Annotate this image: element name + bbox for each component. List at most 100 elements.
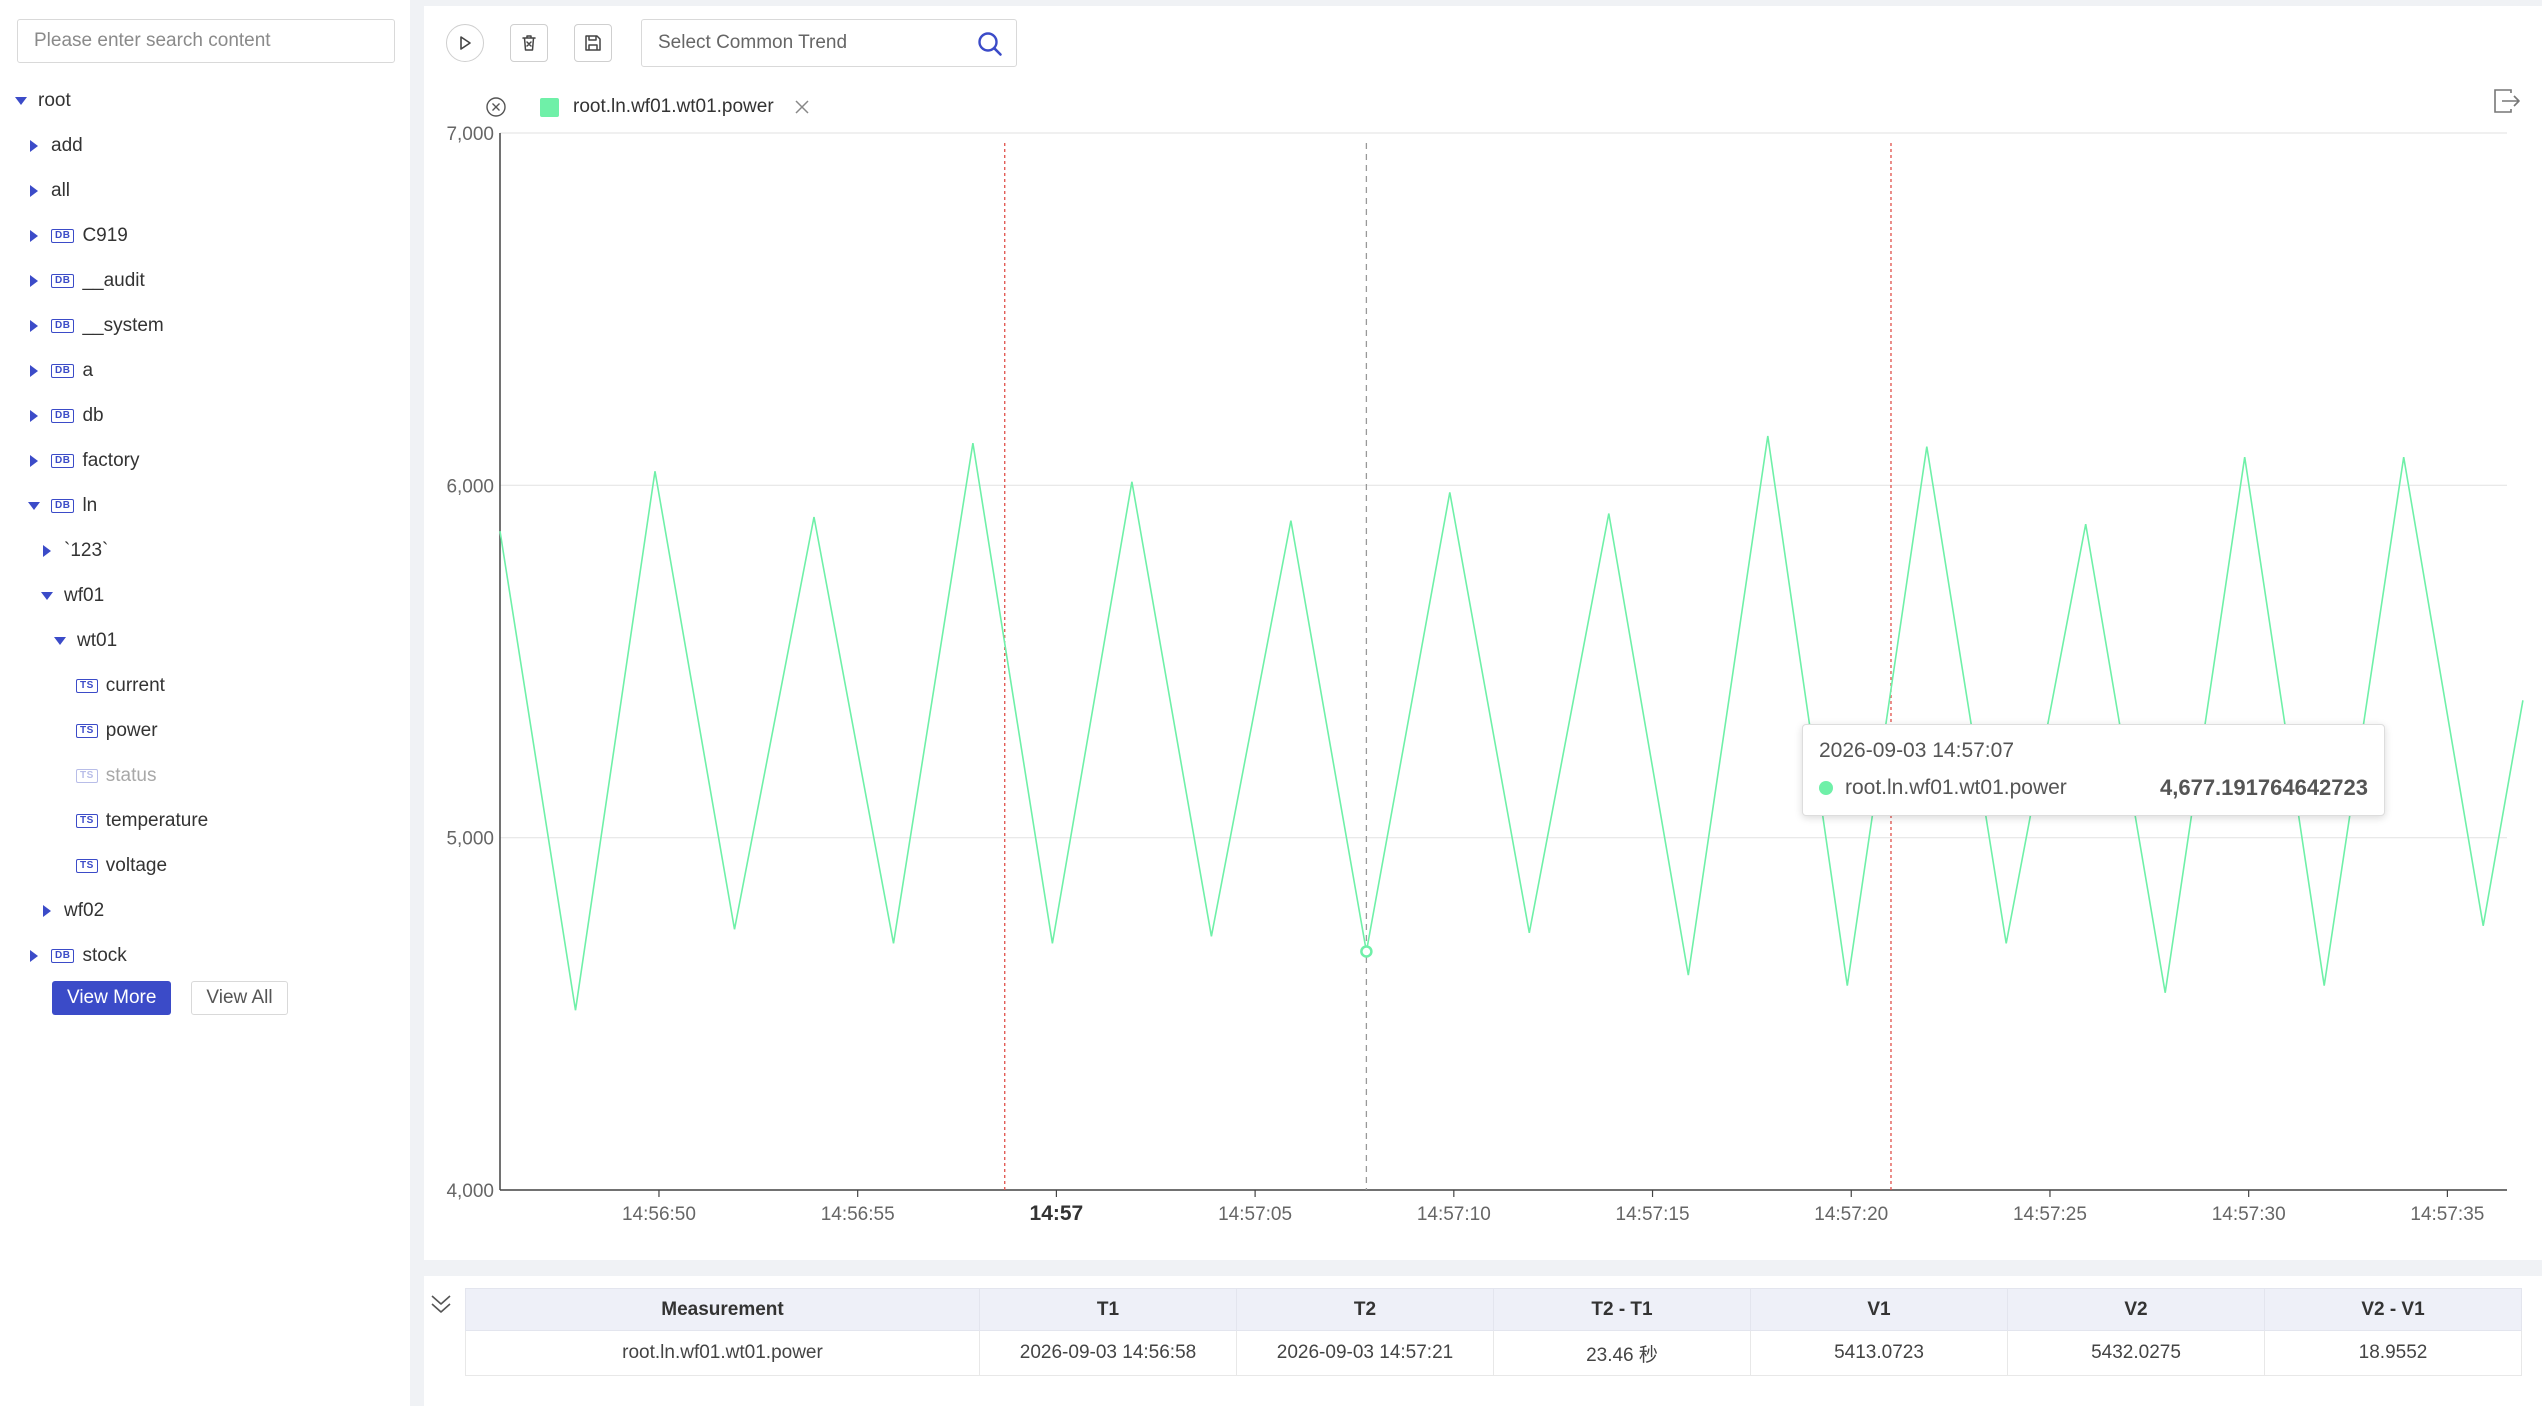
- x-tick-label: 14:57:05: [1218, 1204, 1292, 1225]
- tree-node-audit[interactable]: DB __audit: [0, 258, 410, 303]
- column-header: Measurement: [465, 1288, 980, 1331]
- tooltip-time: 2026-09-03 14:57:07: [1819, 739, 2014, 762]
- collapse-button[interactable]: [428, 1292, 454, 1323]
- database-icon: DB: [51, 948, 75, 963]
- tree-node-label: a: [82, 359, 94, 381]
- database-icon: DB: [51, 363, 75, 378]
- view-more-button[interactable]: View More: [52, 981, 172, 1015]
- tree-node-label: voltage: [105, 854, 168, 876]
- tree-node-label: temperature: [105, 809, 209, 831]
- x-tick-label: 14:56:55: [821, 1204, 895, 1225]
- tree-node-current[interactable]: TS current: [0, 663, 410, 708]
- table-cell: 5432.0275: [2007, 1330, 2265, 1376]
- column-header: V2: [2007, 1288, 2265, 1331]
- caret-right-icon[interactable]: [27, 319, 41, 333]
- line-chart[interactable]: 4,000 5,000 6,000 7,000 14:56:50 14:56:55 14:5…: [424, 6, 2542, 1260]
- x-tick-label: 14:57:20: [1814, 1204, 1888, 1225]
- caret-right-icon[interactable]: [27, 184, 41, 198]
- x-tick-label: 14:57:30: [2212, 1204, 2286, 1225]
- caret-right-icon[interactable]: [27, 229, 41, 243]
- caret-down-icon[interactable]: [27, 499, 41, 513]
- x-tick-label: 14:57: [1030, 1202, 1084, 1225]
- tree-node-db[interactable]: DB db: [0, 393, 410, 438]
- tree-node-label: __audit: [82, 269, 145, 291]
- statistics-table: Measurement T1 T2 T2 - T1 V1 V2 V2 - V1 root.l…: [465, 1288, 2522, 1376]
- tooltip-series-name: root.ln.wf01.wt01.power: [1845, 776, 2067, 799]
- double-chevron-down-icon: [431, 1295, 451, 1313]
- caret-right-icon[interactable]: [27, 454, 41, 468]
- tree-node-label: stock: [82, 944, 127, 966]
- timeseries-icon: TS: [76, 768, 98, 783]
- table-cell: 18.9552: [2264, 1330, 2522, 1376]
- tree-node-label: C919: [82, 224, 128, 246]
- column-header: T2: [1236, 1288, 1494, 1331]
- tree-node-add[interactable]: add: [0, 123, 410, 168]
- chart-tooltip: 2026-09-03 14:57:07 root.ln.wf01.wt01.po…: [1802, 724, 2385, 816]
- database-icon: DB: [51, 453, 75, 468]
- y-tick-label: 5,000: [446, 829, 494, 850]
- tree-node-label: wf01: [64, 584, 105, 606]
- table-cell: 2026-09-03 14:57:21: [1236, 1330, 1494, 1376]
- y-tick-label: 4,000: [446, 1181, 494, 1202]
- tree-node-factory[interactable]: DB factory: [0, 438, 410, 483]
- tree-node-wt01[interactable]: wt01: [0, 618, 410, 663]
- timeseries-icon: TS: [76, 678, 98, 693]
- tree-node-status[interactable]: TS status: [0, 753, 410, 798]
- column-header: T1: [979, 1288, 1237, 1331]
- sidebar: rootaddallDBC919DB__auditDB__systemDBaDB…: [0, 0, 410, 1406]
- caret-right-icon[interactable]: [27, 274, 41, 288]
- x-tick-label: 14:56:50: [622, 1204, 696, 1225]
- column-header: V2 - V1: [2264, 1288, 2522, 1331]
- caret-down-icon[interactable]: [40, 589, 54, 603]
- caret-right-icon[interactable]: [27, 139, 41, 153]
- caret-down-icon[interactable]: [53, 634, 67, 648]
- tree-node-temperature[interactable]: TS temperature: [0, 798, 410, 843]
- database-icon: DB: [51, 498, 75, 513]
- table-cell: 5413.0723: [1750, 1330, 2008, 1376]
- tree-node-ln[interactable]: DB ln: [0, 483, 410, 528]
- database-icon: DB: [51, 408, 75, 423]
- tree-node-label: add: [51, 134, 83, 156]
- table-row[interactable]: root.ln.wf01.wt01.power 2026-09-03 14:56:…: [465, 1330, 2522, 1376]
- tooltip-series-dot: [1819, 781, 1833, 795]
- tree-node-all[interactable]: all: [0, 168, 410, 213]
- database-icon: DB: [51, 273, 75, 288]
- tree-node-system[interactable]: DB __system: [0, 303, 410, 348]
- tree-node-wf02[interactable]: wf02: [0, 888, 410, 933]
- database-icon: DB: [51, 318, 75, 333]
- x-tick-label: 14:57:15: [1616, 1204, 1690, 1225]
- column-header: V1: [1750, 1288, 2008, 1331]
- tree-node-a[interactable]: DB a: [0, 348, 410, 393]
- caret-right-icon[interactable]: [40, 904, 54, 918]
- tree-node-stock[interactable]: DB stock: [0, 933, 410, 978]
- x-tick-label: 14:57:35: [2410, 1204, 2484, 1225]
- tree-node-label: ln: [82, 494, 98, 516]
- tree-actions: View More View All: [52, 981, 288, 1015]
- caret-right-icon[interactable]: [27, 949, 41, 963]
- statistics-panel: Measurement T1 T2 T2 - T1 V1 V2 V2 - V1 root.l…: [424, 1276, 2542, 1406]
- hover-point: [1360, 945, 1373, 958]
- chart-panel: Select Common Trend root.ln.wf01.wt01.po…: [424, 6, 2542, 1260]
- caret-right-icon[interactable]: [27, 409, 41, 423]
- tree-node-power[interactable]: TS power: [0, 708, 410, 753]
- view-all-button[interactable]: View All: [191, 981, 288, 1015]
- tree-node-label: __system: [82, 314, 164, 336]
- search-input[interactable]: [17, 19, 395, 63]
- timeseries-icon: TS: [76, 858, 98, 873]
- caret-right-icon[interactable]: [27, 364, 41, 378]
- table-cell: 23.46 秒: [1493, 1330, 1751, 1376]
- table-cell: root.ln.wf01.wt01.power: [465, 1330, 980, 1376]
- tooltip-value: 4,677.191764642723: [2160, 775, 2368, 800]
- tree-node-label: current: [105, 674, 165, 696]
- tree-node-wf01[interactable]: wf01: [0, 573, 410, 618]
- tree-node-c919[interactable]: DB C919: [0, 213, 410, 258]
- tree-node-label: root: [38, 89, 71, 111]
- caret-down-icon[interactable]: [14, 94, 28, 108]
- chart-markers: [1004, 143, 1892, 1190]
- timeseries-icon: TS: [76, 813, 98, 828]
- tree-node-label: wf02: [64, 899, 105, 921]
- tree-node-123[interactable]: `123`: [0, 528, 410, 573]
- caret-right-icon[interactable]: [40, 544, 54, 558]
- tree-node-voltage[interactable]: TS voltage: [0, 843, 410, 888]
- tree-node-root[interactable]: root: [0, 78, 410, 123]
